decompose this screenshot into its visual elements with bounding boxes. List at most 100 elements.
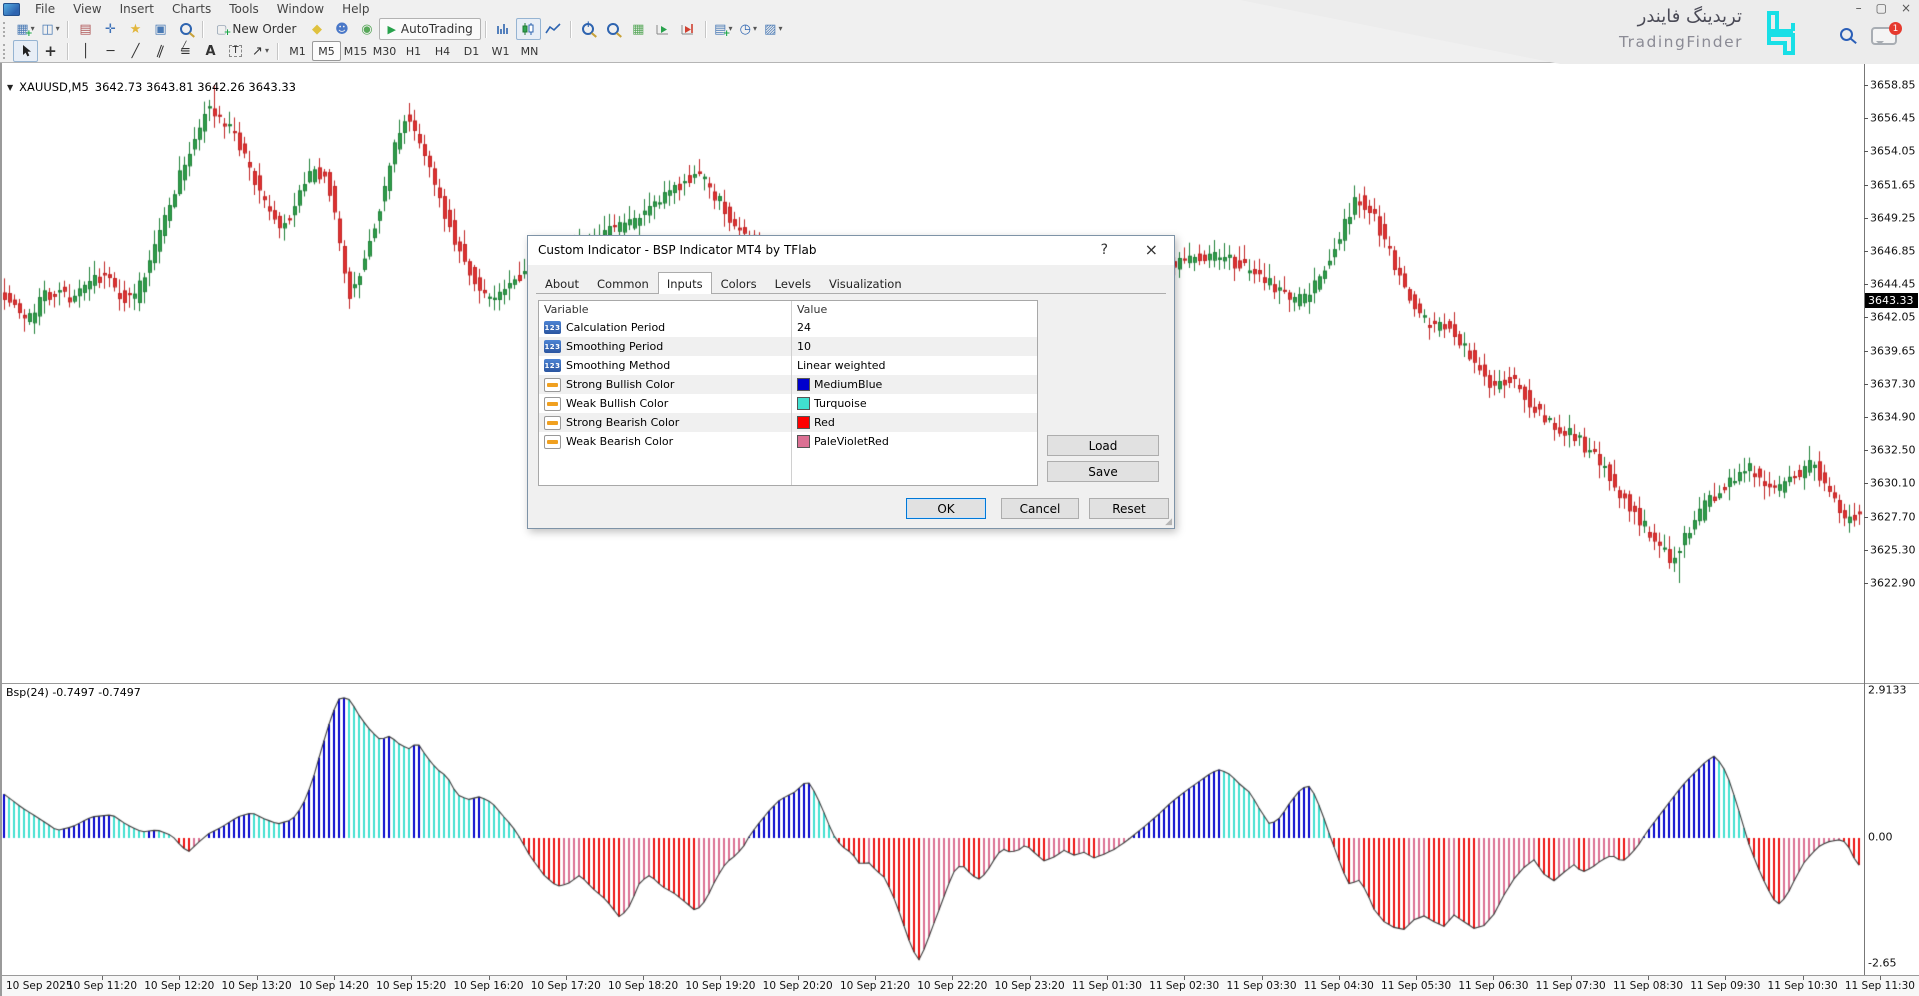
text-label-button[interactable]: T [223, 40, 248, 62]
minimize-button[interactable]: – [1856, 1, 1862, 15]
save-button[interactable]: Save [1047, 461, 1159, 482]
dropdown-caret-icon[interactable]: ▾ [753, 25, 757, 33]
menu-item-view[interactable]: View [64, 1, 110, 17]
horizontal-line-button[interactable]: ─ [98, 40, 123, 62]
menu-item-window[interactable]: Window [268, 1, 333, 17]
timeframe-h1-button[interactable]: H1 [399, 41, 428, 61]
table-row[interactable]: 123Calculation Period24 [539, 318, 1037, 337]
value-cell[interactable]: 10 [791, 340, 1037, 353]
value-cell[interactable]: Red [791, 416, 1037, 429]
new-order-button[interactable]: ▢+New Order [208, 18, 304, 40]
time-axis[interactable]: 10 Sep 202510 Sep 11:2010 Sep 12:2010 Se… [2, 976, 1919, 996]
timeframe-m5-button[interactable]: M5 [312, 41, 341, 61]
table-row[interactable]: Strong Bullish ColorMediumBlue [539, 375, 1037, 394]
fibonacci-button[interactable]: ≡╱ [173, 40, 198, 62]
chevron-down-icon[interactable]: ▼ [7, 83, 13, 92]
timeframe-m30-button[interactable]: M30 [370, 41, 399, 61]
arrows-button[interactable]: ↗▾ [248, 40, 273, 62]
zoom-in-button[interactable]: + [576, 18, 601, 40]
chart-bars-button[interactable] [491, 18, 516, 40]
terminal-button[interactable]: ▣ [148, 18, 173, 40]
table-row[interactable]: Weak Bearish ColorPaleVioletRed [539, 432, 1037, 451]
panel-separator[interactable] [2, 683, 1919, 684]
tab-levels[interactable]: Levels [766, 273, 820, 294]
menu-item-tools[interactable]: Tools [220, 1, 268, 17]
bsp-indicator-canvas[interactable] [2, 684, 1864, 976]
zoom-out-button[interactable]: − [601, 18, 626, 40]
templates-button[interactable]: ▨▾ [761, 18, 786, 40]
alerts-button[interactable]: ◉ [354, 18, 379, 40]
chart-line-button[interactable] [541, 18, 566, 40]
menu-item-charts[interactable]: Charts [163, 1, 220, 17]
timeframe-w1-button[interactable]: W1 [486, 41, 515, 61]
dialog-resize-grip[interactable]: ◢ [1165, 517, 1172, 527]
navigator-icon: ★ [130, 23, 142, 36]
dropdown-caret-icon[interactable]: ▾ [265, 47, 269, 55]
dropdown-caret-icon[interactable]: ▾ [778, 25, 782, 33]
close-button[interactable]: × [1901, 1, 1911, 15]
timeframe-m1-button[interactable]: M1 [283, 41, 312, 61]
menu-item-file[interactable]: File [26, 1, 64, 17]
crosshair-button[interactable]: + [38, 40, 63, 62]
tab-common[interactable]: Common [588, 273, 658, 294]
navigator-button[interactable]: ★ [123, 18, 148, 40]
vertical-line-button[interactable]: │ [73, 40, 98, 62]
table-row[interactable]: 123Smoothing MethodLinear weighted [539, 356, 1037, 375]
time-tick-label: 10 Sep 19:20 [685, 980, 755, 992]
data-window-button[interactable]: ✛ [98, 18, 123, 40]
value-cell[interactable]: PaleVioletRed [791, 435, 1037, 448]
value-cell[interactable]: 24 [791, 321, 1037, 334]
timeframe-h4-button[interactable]: H4 [428, 41, 457, 61]
chat-icon[interactable]: 1 [1871, 27, 1897, 45]
strategy-tester-icon [180, 23, 192, 35]
toolbar-grip[interactable] [3, 22, 9, 37]
text-button[interactable]: A [198, 40, 223, 62]
dialog-title-bar[interactable]: Custom Indicator - BSP Indicator MT4 by … [528, 236, 1174, 265]
profiles-button[interactable]: ◫▾ [38, 18, 63, 40]
menu-item-insert[interactable]: Insert [111, 1, 163, 17]
new-chart-button[interactable]: ▦+▾ [13, 18, 38, 40]
cursor-button[interactable] [13, 40, 38, 62]
tab-inputs[interactable]: Inputs [658, 272, 712, 294]
value-cell[interactable]: Linear weighted [791, 359, 1037, 372]
dropdown-caret-icon[interactable]: ▾ [56, 25, 60, 33]
time-tick-label: 11 Sep 03:30 [1226, 980, 1296, 992]
timeframe-d1-button[interactable]: D1 [457, 41, 486, 61]
menu-item-help[interactable]: Help [333, 1, 378, 17]
price-tick-label: 3625.30 [1870, 543, 1916, 556]
load-button[interactable]: Load [1047, 435, 1159, 456]
equidistant-channel-button[interactable]: ∥ [148, 40, 173, 62]
value-cell[interactable]: Turquoise [791, 397, 1037, 410]
timeframe-m15-button[interactable]: M15 [341, 41, 370, 61]
reset-button[interactable]: Reset [1089, 498, 1169, 519]
strategy-tester-button[interactable] [173, 18, 198, 40]
toolbar-grip[interactable] [3, 44, 9, 59]
auto-scroll-button[interactable] [651, 18, 676, 40]
chart-shift-button[interactable] [676, 18, 701, 40]
periods-button[interactable]: ◷▾ [736, 18, 761, 40]
timeframe-mn-button[interactable]: MN [515, 41, 544, 61]
value-cell[interactable]: MediumBlue [791, 378, 1037, 391]
tab-visualization[interactable]: Visualization [820, 273, 911, 294]
terminal-icon: ▣ [154, 23, 166, 36]
variable-value: Red [814, 416, 835, 429]
table-row[interactable]: 123Smoothing Period10 [539, 337, 1037, 356]
table-row[interactable]: Weak Bullish ColorTurquoise [539, 394, 1037, 413]
metaeditor-button[interactable]: ◆ [304, 18, 329, 40]
trendline-button[interactable]: ╱ [123, 40, 148, 62]
restore-button[interactable]: ▢ [1876, 1, 1887, 15]
tile-windows-button[interactable]: ▦ [626, 18, 651, 40]
table-row[interactable]: Strong Bearish ColorRed [539, 413, 1037, 432]
expert-advisors-button[interactable]: ☻ [329, 18, 354, 40]
cancel-button[interactable]: Cancel [1001, 498, 1079, 519]
autotrading-button[interactable]: ▶AutoTrading [379, 18, 480, 40]
chart-candles-button[interactable] [516, 18, 541, 40]
indicators-button[interactable]: ▤+▾ [711, 18, 736, 40]
ok-button[interactable]: OK [906, 498, 986, 519]
search-icon[interactable] [1840, 28, 1853, 41]
tab-about[interactable]: About [536, 273, 588, 294]
market-watch-button[interactable]: ▤ [73, 18, 98, 40]
dialog-close-button[interactable]: × [1145, 240, 1158, 259]
dialog-help-button[interactable]: ? [1101, 242, 1108, 258]
tab-colors[interactable]: Colors [712, 273, 766, 294]
